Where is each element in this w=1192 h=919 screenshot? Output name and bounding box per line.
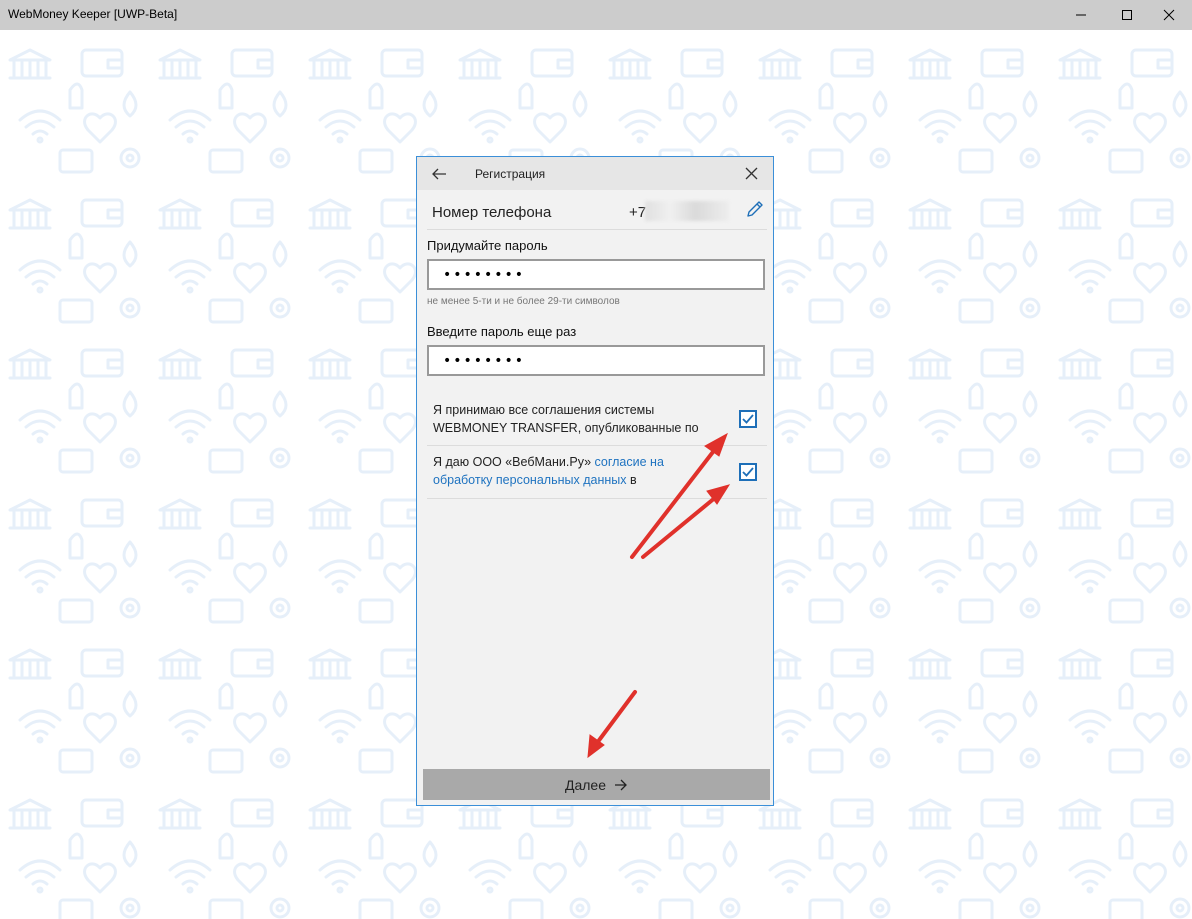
password-hint: не менее 5-ти и не более 29-ти символов xyxy=(427,296,620,307)
phone-number-redacted xyxy=(645,201,729,221)
phone-row: Номер телефона +7 xyxy=(427,193,767,230)
confirm-password-label: Введите пароль еще раз xyxy=(427,324,577,339)
minimize-button[interactable] xyxy=(1058,0,1104,30)
window-titlebar: WebMoney Keeper [UWP-Beta] xyxy=(0,0,1192,30)
password-label: Придумайте пароль xyxy=(427,238,548,253)
consent-link[interactable]: согласие на xyxy=(595,455,664,469)
confirm-password-input[interactable] xyxy=(427,345,765,376)
maximize-icon xyxy=(1122,10,1132,20)
agreement-row-terms: Я принимаю все соглашения системы WEBMON… xyxy=(427,395,767,446)
close-window-button[interactable] xyxy=(1146,0,1192,30)
next-button-label: Далее xyxy=(564,776,606,793)
maximize-button[interactable] xyxy=(1104,0,1150,30)
terms-text: Я принимаю все соглашения системы WEBMON… xyxy=(433,403,699,435)
window-title: WebMoney Keeper [UWP-Beta] xyxy=(8,7,178,21)
personal-data-text: Я даю ООО «ВебМани.Ру» согласие на обраб… xyxy=(433,455,664,487)
terms-checkbox[interactable] xyxy=(739,410,757,428)
pencil-icon[interactable] xyxy=(745,199,765,219)
registration-dialog: Регистрация Номер телефона +7 Придумайте… xyxy=(416,156,774,806)
personal-data-link[interactable]: обработку персональных данных xyxy=(433,473,626,487)
close-icon xyxy=(1163,9,1175,21)
back-arrow-icon[interactable] xyxy=(431,166,447,182)
minimize-icon xyxy=(1076,14,1086,16)
close-dialog-icon[interactable] xyxy=(745,167,758,180)
arrow-right-icon xyxy=(615,779,627,790)
phone-label: Номер телефона xyxy=(432,204,552,221)
dialog-header: Регистрация xyxy=(417,157,773,190)
next-button[interactable]: Далее xyxy=(423,769,770,800)
checkmark-icon xyxy=(742,414,754,424)
personal-data-checkbox[interactable] xyxy=(739,463,757,481)
checkmark-icon xyxy=(742,467,754,477)
dialog-title: Регистрация xyxy=(475,167,546,181)
phone-prefix: +7 xyxy=(629,204,647,221)
password-input[interactable] xyxy=(427,259,765,290)
agreement-row-personal-data: Я даю ООО «ВебМани.Ру» согласие на обраб… xyxy=(427,446,767,499)
